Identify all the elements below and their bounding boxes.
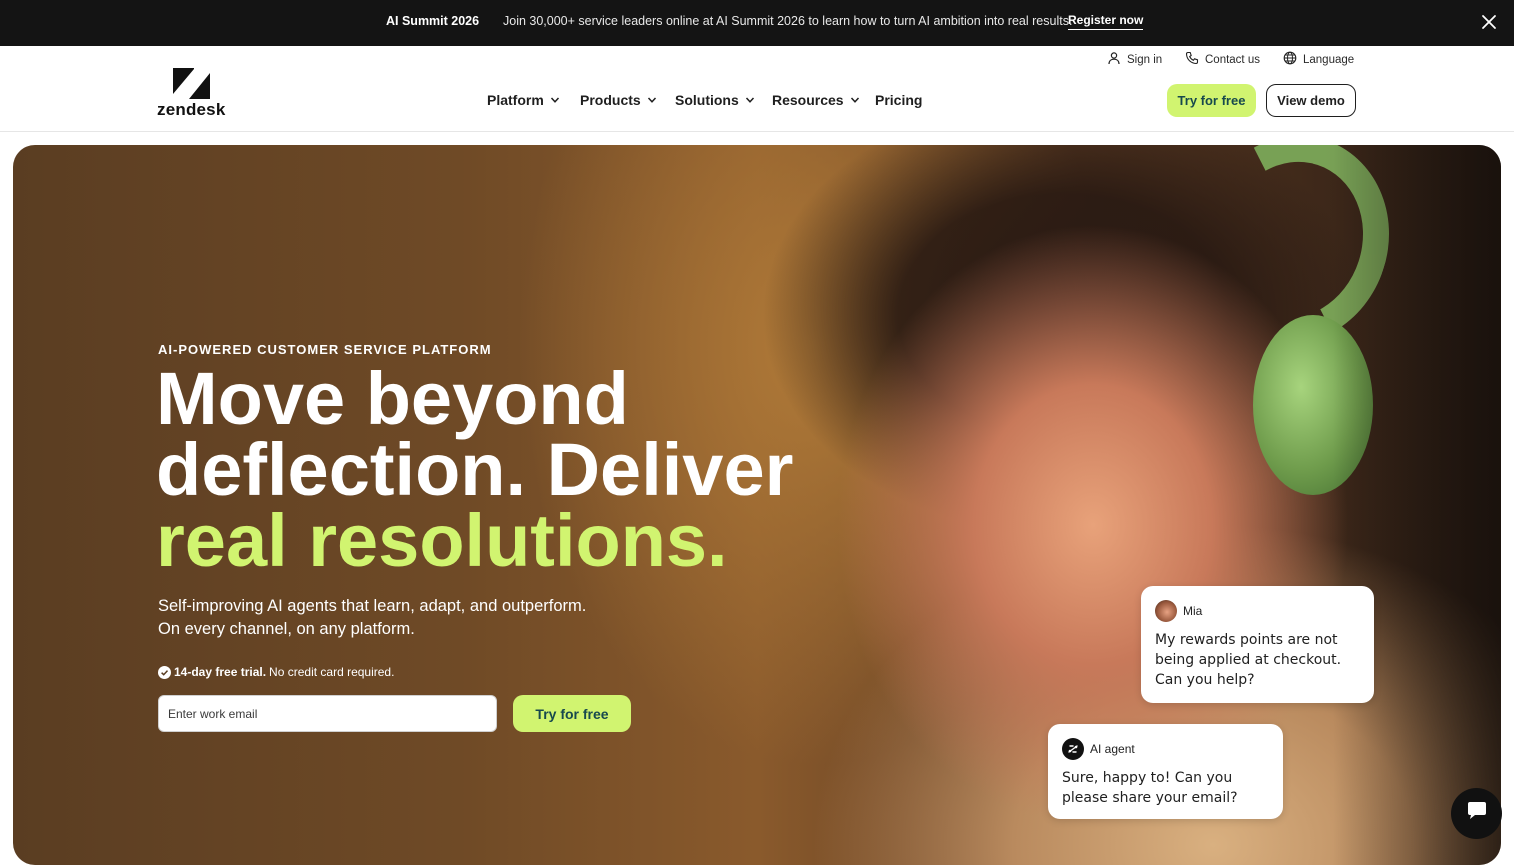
nav-products[interactable]: Products: [580, 92, 657, 108]
language-label: Language: [1303, 53, 1355, 66]
nav-pricing-label: Pricing: [875, 92, 923, 108]
chevron-down-icon: [550, 92, 560, 108]
nav-resources[interactable]: Resources: [772, 92, 860, 108]
nav-platform[interactable]: Platform: [487, 92, 560, 108]
announcement-message: Join 30,000+ service leaders online at A…: [503, 14, 1073, 28]
trial-rest: No credit card required.: [269, 665, 395, 679]
chat-icon: [1465, 799, 1489, 828]
sign-in-link[interactable]: Sign in: [1107, 51, 1162, 68]
chevron-down-icon: [850, 92, 860, 108]
check-circle-icon: [158, 665, 171, 679]
customer-chat-bubble: Mia My rewards points are not being appl…: [1141, 586, 1374, 703]
customer-header: Mia: [1155, 600, 1360, 622]
nav-products-label: Products: [580, 92, 641, 108]
hero-headline-line1: Move beyond: [156, 357, 629, 440]
trial-bold: 14-day free trial.: [174, 665, 267, 679]
hero-section: AI-POWERED CUSTOMER SERVICE PLATFORM Mov…: [13, 145, 1501, 865]
hero-subhead-line2: On every channel, on any platform.: [158, 620, 415, 638]
agent-header: AI agent: [1062, 738, 1269, 760]
language-selector[interactable]: Language: [1283, 51, 1354, 68]
logo-wordmark: zendesk: [157, 100, 226, 119]
chevron-down-icon: [745, 92, 755, 108]
user-icon: [1107, 51, 1121, 68]
nav-resources-label: Resources: [772, 92, 844, 108]
register-now-link[interactable]: Register now: [1068, 13, 1144, 30]
announcement-title: AI Summit 2026: [386, 14, 480, 28]
zendesk-logo[interactable]: zendesk: [157, 68, 227, 120]
agent-name: AI agent: [1090, 742, 1135, 756]
hero-photo-shade: [1333, 145, 1501, 865]
sign-in-label: Sign in: [1127, 53, 1163, 66]
nav-solutions[interactable]: Solutions: [675, 92, 755, 108]
nav-platform-label: Platform: [487, 92, 544, 108]
trial-note: 14-day free trial. No credit card requir…: [158, 665, 394, 679]
view-demo-button[interactable]: View demo: [1266, 84, 1356, 117]
chat-launcher-button[interactable]: [1451, 788, 1502, 839]
nav-solutions-label: Solutions: [675, 92, 739, 108]
contact-us-link[interactable]: Contact us: [1185, 51, 1260, 68]
customer-message: My rewards points are not being applied …: [1155, 632, 1342, 688]
phone-icon: [1185, 51, 1199, 68]
hero-headline-line3: real resolutions.: [156, 499, 728, 582]
chevron-down-icon: [647, 92, 657, 108]
ai-agent-icon: [1062, 738, 1084, 760]
agent-chat-bubble: AI agent Sure, happy to! Can you please …: [1048, 724, 1283, 819]
avatar: [1155, 600, 1177, 622]
close-icon[interactable]: [1480, 13, 1498, 31]
agent-message: Sure, happy to! Can you please share you…: [1062, 770, 1238, 806]
contact-us-label: Contact us: [1205, 53, 1260, 66]
work-email-input[interactable]: [158, 695, 497, 732]
hero-eyebrow: AI-POWERED CUSTOMER SERVICE PLATFORM: [158, 342, 492, 357]
site-header: Sign in Contact us Language zendesk Plat…: [0, 46, 1514, 132]
hero-try-for-free-button[interactable]: Try for free: [513, 695, 631, 732]
globe-icon: [1283, 51, 1297, 68]
nav-pricing[interactable]: Pricing: [875, 92, 922, 108]
try-for-free-button[interactable]: Try for free: [1167, 84, 1256, 117]
hero-headline-line2: deflection. Deliver: [156, 428, 794, 511]
customer-name: Mia: [1183, 604, 1203, 618]
announcement-bar: AI Summit 2026 Join 30,000+ service lead…: [0, 0, 1514, 46]
hero-subhead-line1: Self-improving AI agents that learn, ada…: [158, 597, 587, 615]
zendesk-logo-mark: [173, 68, 210, 99]
